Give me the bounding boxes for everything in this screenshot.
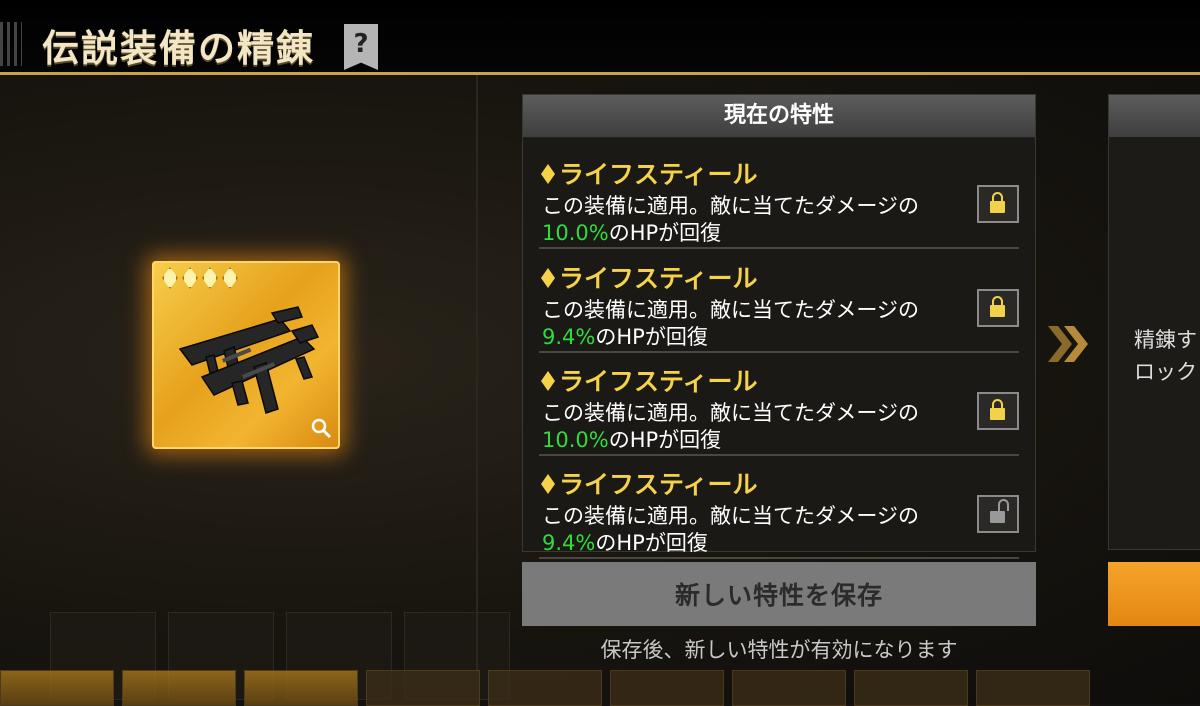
header-bar: 伝説装備の精錬 ? xyxy=(0,0,1200,75)
trait-desc-tail: のHPが回復 xyxy=(608,221,722,245)
item-card[interactable] xyxy=(152,261,340,449)
smg-weapon-icon xyxy=(178,306,320,414)
diamond-bullet-icon xyxy=(541,371,555,391)
hint-line: ロック xyxy=(1134,360,1197,384)
trait-value: 10.0% xyxy=(542,221,609,245)
background-item-row xyxy=(0,670,1200,706)
trait-description: この装備に適用。敵に当てたダメージの 9.4%のHPが回復 xyxy=(542,503,919,557)
rarity-diamond-icon xyxy=(182,267,198,289)
trait-name-text: ライフスティール xyxy=(559,470,758,499)
diamond-bullet-icon xyxy=(541,474,555,494)
trait-desc-tail: のHPが回復 xyxy=(608,428,722,452)
background-tile xyxy=(854,670,968,706)
trait-name: ライフスティール xyxy=(541,155,758,191)
page-title: 伝説装備の精錬 xyxy=(42,27,315,70)
lock-icon[interactable] xyxy=(977,289,1019,327)
trait-value: 9.4% xyxy=(542,325,596,349)
unlock-icon[interactable] xyxy=(977,495,1019,533)
trait-value: 9.4% xyxy=(542,531,596,555)
save-note: 保存後、新しい特性が有効になります xyxy=(600,638,958,662)
trait-name-text: ライフスティール xyxy=(559,367,758,396)
new-traits-panel xyxy=(1108,94,1200,550)
new-traits-panel-header xyxy=(1109,95,1200,137)
zoom-icon[interactable] xyxy=(310,417,332,439)
trait-name: ライフスティール xyxy=(541,259,758,295)
background-tile xyxy=(488,670,602,706)
trait-desc-tail: のHPが回復 xyxy=(595,325,708,349)
panel-title: 現在の特性 xyxy=(523,95,1035,138)
diamond-bullet-icon xyxy=(541,164,555,184)
trait-name: ライフスティール xyxy=(541,362,758,398)
lock-icon[interactable] xyxy=(977,392,1019,430)
rarity-diamond-icon xyxy=(162,267,178,289)
current-traits-panel: 現在の特性 ライフスティール この装備に適用。敵に当てたダメージの 10.0%の… xyxy=(522,94,1036,559)
background-tile xyxy=(610,670,724,706)
trait-desc-line: この装備に適用。敵に当てたダメージの xyxy=(542,298,919,322)
trait-desc-tail: のHPが回復 xyxy=(595,531,708,555)
trait-description: この装備に適用。敵に当てたダメージの 9.4%のHPが回復 xyxy=(542,297,919,351)
new-traits-hint: 精錬す ロック xyxy=(1134,324,1197,388)
background-tile xyxy=(244,670,358,706)
trait-description: この装備に適用。敵に当てたダメージの 10.0%のHPが回復 xyxy=(542,193,919,247)
trait-name-text: ライフスティール xyxy=(559,264,758,293)
rarity-stars xyxy=(162,267,238,289)
lock-icon[interactable] xyxy=(977,185,1019,223)
trait-row: ライフスティール この装備に適用。敵に当てたダメージの 9.4%のHPが回復 xyxy=(539,457,1019,559)
trait-desc-line: この装備に適用。敵に当てたダメージの xyxy=(542,401,919,425)
trait-description: この装備に適用。敵に当てたダメージの 10.0%のHPが回復 xyxy=(542,400,919,454)
background-tile xyxy=(0,670,114,706)
trait-desc-line: この装備に適用。敵に当てたダメージの xyxy=(542,504,919,528)
trait-row: ライフスティール この装備に適用。敵に当てたダメージの 10.0%のHPが回復 xyxy=(539,147,1019,249)
trait-row: ライフスティール この装備に適用。敵に当てたダメージの 9.4%のHPが回復 xyxy=(539,251,1019,353)
refine-button[interactable] xyxy=(1108,562,1200,626)
diamond-bullet-icon xyxy=(541,268,555,288)
trait-row: ライフスティール この装備に適用。敵に当てたダメージの 10.0%のHPが回復 xyxy=(539,354,1019,456)
background-divider xyxy=(476,72,478,672)
rarity-diamond-icon xyxy=(202,267,218,289)
help-icon[interactable]: ? xyxy=(344,24,378,70)
trait-name: ライフスティール xyxy=(541,465,758,501)
trait-desc-line: この装備に適用。敵に当てたダメージの xyxy=(542,194,919,218)
hint-line: 精錬す xyxy=(1134,328,1197,352)
background-tile xyxy=(122,670,236,706)
background-tile xyxy=(366,670,480,706)
background-tile xyxy=(976,670,1090,706)
trait-name-text: ライフスティール xyxy=(559,160,758,189)
rarity-diamond-icon xyxy=(222,267,238,289)
background-tile xyxy=(732,670,846,706)
save-traits-button[interactable]: 新しい特性を保存 xyxy=(522,562,1036,626)
trait-value: 10.0% xyxy=(542,428,609,452)
header-decoration xyxy=(0,22,22,66)
double-chevron-right-icon xyxy=(1048,326,1088,362)
